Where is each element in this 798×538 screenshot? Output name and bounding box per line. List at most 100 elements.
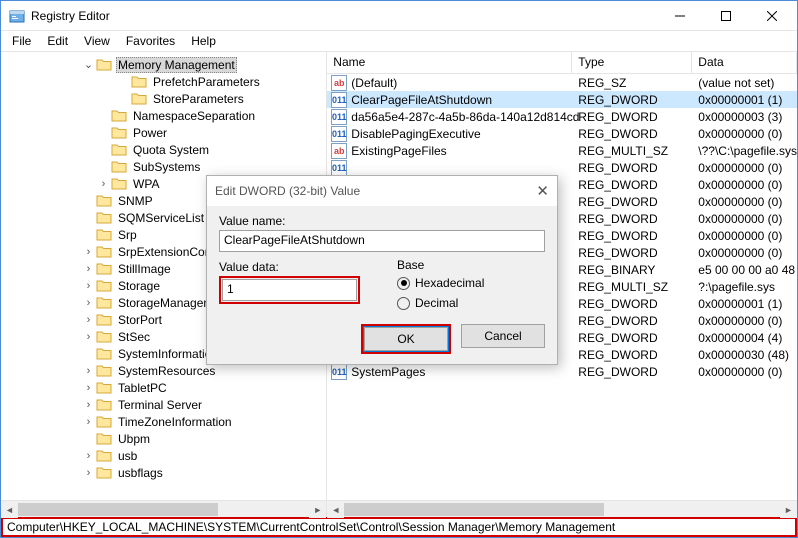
tree-item[interactable]: ›StoreParameters <box>1 90 326 107</box>
value-type: REG_MULTI_SZ <box>572 280 692 294</box>
value-type: REG_DWORD <box>572 212 692 226</box>
minimize-button[interactable] <box>657 1 703 31</box>
radio-dec-label: Decimal <box>415 296 458 310</box>
value-type: REG_SZ <box>572 76 692 90</box>
folder-icon <box>96 449 112 462</box>
ok-button[interactable]: OK <box>364 327 448 351</box>
value-data: 0x00000003 (3) <box>692 110 797 124</box>
chevron-right-icon[interactable]: › <box>81 365 96 377</box>
scroll-right-icon[interactable]: ► <box>309 501 326 518</box>
value-type: REG_DWORD <box>572 331 692 345</box>
list-row[interactable]: 011DisablePagingExecutiveREG_DWORD0x0000… <box>327 125 797 142</box>
list-hscroll[interactable]: ◄ ► <box>327 500 797 517</box>
chevron-right-icon[interactable]: › <box>81 416 96 428</box>
binary-value-icon: 011 <box>331 109 347 125</box>
col-header-data[interactable]: Data <box>692 52 797 73</box>
list-row[interactable]: 011REG_DWORD0x00000000 (0) <box>327 159 797 176</box>
scroll-right-icon[interactable]: ► <box>780 501 797 518</box>
folder-icon <box>111 126 127 139</box>
string-value-icon: ab <box>331 143 347 159</box>
folder-icon <box>96 466 112 479</box>
value-type: REG_DWORD <box>572 161 692 175</box>
tree-item-label: SystemInformation <box>116 347 220 361</box>
binary-value-icon: 011 <box>331 126 347 142</box>
menu-edit[interactable]: Edit <box>40 32 75 50</box>
list-row[interactable]: 011 da56a5e4-287c-4a5b-86da-140a12d814cdR… <box>327 108 797 125</box>
tree-item[interactable]: ›Quota System <box>1 141 326 158</box>
tree-item[interactable]: ›PrefetchParameters <box>1 73 326 90</box>
list-row[interactable]: 011ClearPageFileAtShutdownREG_DWORD0x000… <box>327 91 797 108</box>
value-data-input[interactable]: 1 <box>222 279 357 301</box>
scroll-thumb[interactable] <box>18 503 218 516</box>
value-type: REG_BINARY <box>572 263 692 277</box>
binary-value-icon: 011 <box>331 364 347 380</box>
close-button[interactable] <box>749 1 795 31</box>
col-header-name[interactable]: Name <box>327 52 572 73</box>
value-data: 0x00000001 (1) <box>692 297 797 311</box>
folder-icon <box>96 262 112 275</box>
folder-icon <box>96 398 112 411</box>
chevron-right-icon[interactable]: › <box>81 246 96 258</box>
menu-help[interactable]: Help <box>184 32 223 50</box>
chevron-down-icon[interactable]: ⌄ <box>81 58 96 71</box>
scroll-left-icon[interactable]: ◄ <box>327 501 344 518</box>
window-title: Registry Editor <box>31 9 657 23</box>
value-name-input[interactable]: ClearPageFileAtShutdown <box>219 230 545 252</box>
folder-icon <box>96 347 112 360</box>
tree-item-label: StoreParameters <box>151 92 246 106</box>
value-type: REG_DWORD <box>572 297 692 311</box>
dialog-close-icon[interactable]: ✕ <box>536 182 549 200</box>
list-row[interactable]: ab(Default)REG_SZ(value not set) <box>327 74 797 91</box>
list-row[interactable]: abExistingPageFilesREG_MULTI_SZ\??\C:\pa… <box>327 142 797 159</box>
value-data: (value not set) <box>692 76 797 90</box>
radio-dec[interactable]: Decimal <box>397 293 547 313</box>
chevron-right-icon[interactable]: › <box>81 467 96 479</box>
chevron-right-icon[interactable]: › <box>81 450 96 462</box>
app-icon <box>9 8 25 24</box>
value-name: da56a5e4-287c-4a5b-86da-140a12d814cd <box>351 110 579 124</box>
scroll-thumb[interactable] <box>344 503 604 516</box>
folder-icon <box>96 58 112 71</box>
value-data: \??\C:\pagefile.sys <box>692 144 797 158</box>
menu-favorites[interactable]: Favorites <box>119 32 182 50</box>
folder-icon <box>96 296 112 309</box>
chevron-right-icon[interactable]: › <box>81 399 96 411</box>
folder-icon <box>131 75 147 88</box>
tree-item[interactable]: ›usb <box>1 447 326 464</box>
chevron-right-icon[interactable]: › <box>81 314 96 326</box>
tree-item[interactable]: ›NamespaceSeparation <box>1 107 326 124</box>
tree-item-label: Terminal Server <box>116 398 204 412</box>
col-header-type[interactable]: Type <box>572 52 692 73</box>
folder-icon <box>131 92 147 105</box>
maximize-button[interactable] <box>703 1 749 31</box>
tree-item[interactable]: ›TabletPC <box>1 379 326 396</box>
value-type: REG_DWORD <box>572 314 692 328</box>
value-data: 0x00000000 (0) <box>692 178 797 192</box>
tree-item[interactable]: ›Ubpm <box>1 430 326 447</box>
chevron-right-icon[interactable]: › <box>81 263 96 275</box>
tree-item[interactable]: ›usbflags <box>1 464 326 481</box>
chevron-right-icon[interactable]: › <box>81 280 96 292</box>
tree-item[interactable]: ›SubSystems <box>1 158 326 175</box>
chevron-right-icon[interactable]: › <box>81 331 96 343</box>
chevron-right-icon[interactable]: › <box>96 178 111 190</box>
folder-icon <box>96 279 112 292</box>
tree-item-label: SQMServiceList <box>116 211 206 225</box>
menu-file[interactable]: File <box>5 32 38 50</box>
edit-dword-dialog: Edit DWORD (32-bit) Value ✕ Value name: … <box>206 175 558 365</box>
tree-item[interactable]: ›TimeZoneInformation <box>1 413 326 430</box>
value-type: REG_DWORD <box>572 110 692 124</box>
radio-hex[interactable]: Hexadecimal <box>397 273 547 293</box>
list-row[interactable]: 011SystemPagesREG_DWORD0x00000000 (0) <box>327 363 797 380</box>
tree-item[interactable]: ›Power <box>1 124 326 141</box>
scroll-left-icon[interactable]: ◄ <box>1 501 18 518</box>
tree-hscroll[interactable]: ◄ ► <box>1 500 326 517</box>
folder-icon <box>96 415 112 428</box>
cancel-button[interactable]: Cancel <box>461 324 545 348</box>
tree-item[interactable]: › Terminal Server <box>1 396 326 413</box>
chevron-right-icon[interactable]: › <box>81 297 96 309</box>
menu-view[interactable]: View <box>77 32 117 50</box>
chevron-right-icon[interactable]: › <box>81 382 96 394</box>
value-data: 0x00000000 (0) <box>692 229 797 243</box>
tree-item[interactable]: ⌄Memory Management <box>1 56 326 73</box>
